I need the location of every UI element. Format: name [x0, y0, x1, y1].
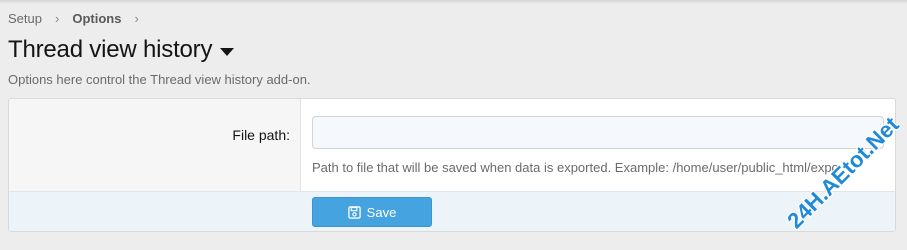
- form-row-label-cell: File path:: [9, 99, 301, 191]
- page-title: Thread view history: [8, 36, 213, 63]
- form-submit-row: Save: [9, 191, 895, 231]
- breadcrumb-separator-icon: ›: [54, 11, 60, 26]
- file-path-hint: Path to file that will be saved when dat…: [312, 160, 839, 175]
- save-button-label: Save: [366, 204, 397, 220]
- save-button[interactable]: Save: [312, 197, 432, 227]
- breadcrumb-item-options[interactable]: Options: [72, 11, 121, 26]
- form-row-input-cell: Path to file that will be saved when dat…: [301, 99, 895, 191]
- breadcrumb-separator-icon: ›: [134, 11, 139, 26]
- page-description: Options here control the Thread view his…: [8, 72, 311, 87]
- top-shadow: [0, 0, 907, 4]
- options-panel: File path: Path to file that will be sav…: [8, 98, 896, 232]
- breadcrumb: Setup › Options ›: [8, 11, 152, 26]
- file-path-input[interactable]: [312, 116, 884, 149]
- breadcrumb-item-setup[interactable]: Setup: [8, 11, 42, 26]
- title-row: Thread view history: [8, 36, 235, 64]
- form-row-file-path: File path: Path to file that will be sav…: [9, 99, 895, 191]
- caret-down-icon[interactable]: [220, 48, 235, 56]
- file-path-label: File path:: [232, 127, 290, 143]
- floppy-disk-icon: [347, 205, 361, 219]
